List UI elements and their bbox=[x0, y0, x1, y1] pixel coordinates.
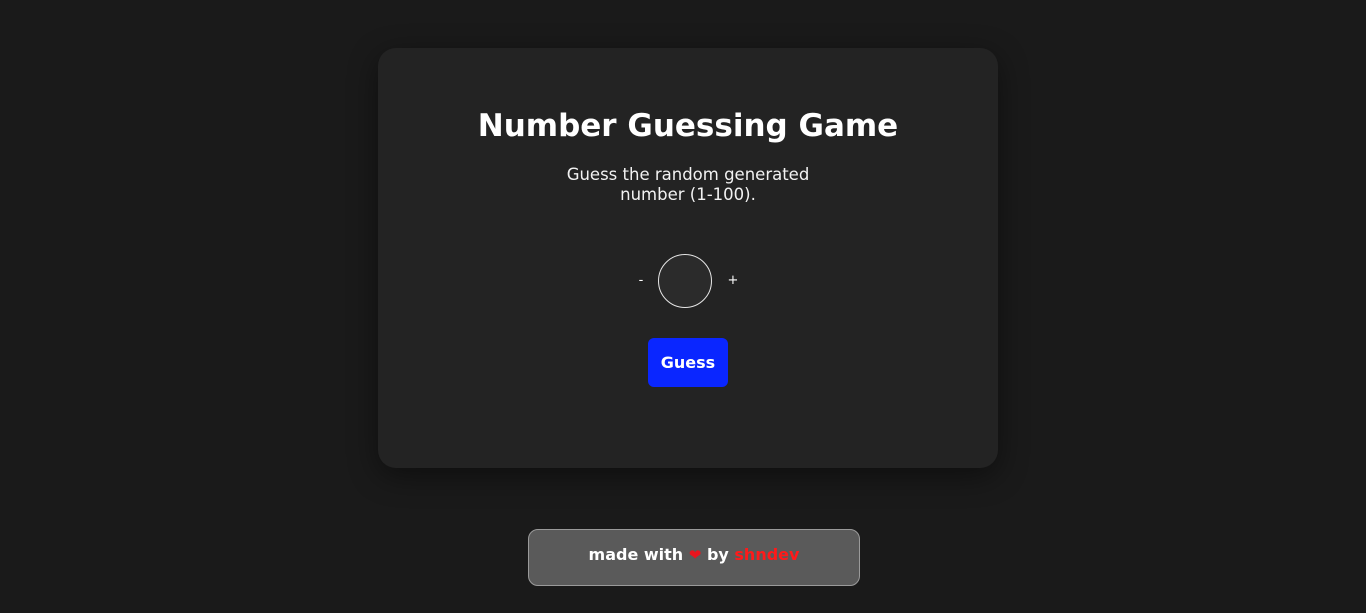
guess-input[interactable] bbox=[658, 254, 712, 308]
footer-by: by bbox=[706, 545, 729, 564]
footer-made-with: made with bbox=[588, 545, 684, 564]
credits-footer: made with ❤ by shndev bbox=[528, 529, 860, 586]
page-title: Number Guessing Game bbox=[477, 108, 899, 144]
author-link[interactable]: shndev bbox=[734, 545, 799, 564]
game-instructions: Guess the random generated number (1-100… bbox=[566, 165, 810, 204]
game-card: Number Guessing Game Guess the random ge… bbox=[378, 48, 998, 468]
guess-button[interactable]: Guess bbox=[648, 338, 728, 387]
guess-stepper: - + bbox=[378, 254, 998, 308]
increment-button[interactable]: + bbox=[723, 254, 743, 308]
decrement-button[interactable]: - bbox=[631, 254, 651, 308]
heart-icon: ❤ bbox=[688, 546, 702, 564]
